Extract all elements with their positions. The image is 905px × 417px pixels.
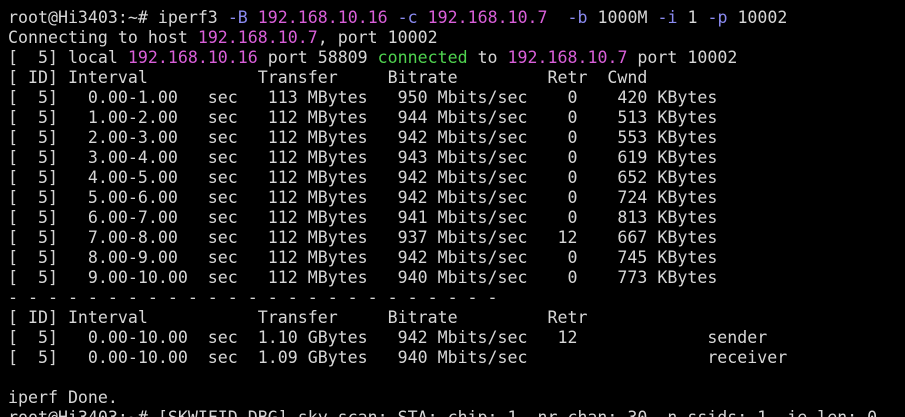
local-connection-line: [ 5] local 192.168.10.16 port 58809 conn… [8,48,905,68]
table-row: [ 5] 2.00-3.00 sec 112 MBytes 942 Mbits/… [8,128,718,147]
local-label: local [57,48,128,67]
to-text: to [467,48,508,67]
connecting-host: 192.168.10.7 [197,28,318,47]
connected-status: connected [377,48,468,67]
flag-interval: -i [657,8,678,27]
interval-value: 1 [687,8,698,27]
port-value: 10002 [737,8,788,27]
table-header: [ ID] Interval Transfer Bitrate Retr Cwn… [8,68,648,87]
command-program: iperf3 [157,8,218,27]
flag-client: -c [397,8,418,27]
next-prompt-line[interactable]: root@Hi3403:~# [SKWIFID_DBG] sky_scan: S… [8,408,905,417]
flag-bind: -B [227,8,248,27]
stream-id: [ 5] [8,48,58,67]
table-row: [ 5] 4.00-5.00 sec 112 MBytes 942 Mbits/… [8,168,718,187]
command-line: root@Hi3403:~# iperf3 -B 192.168.10.16 -… [8,8,905,28]
flag-bandwidth: -b [567,8,588,27]
separator-line: - - - - - - - - - - - - - - - - - - - - … [8,288,498,307]
remote-port-text: port 10002 [627,48,738,67]
summary-header: [ ID] Interval Transfer Bitrate Retr [8,308,588,327]
table-row: [ 5] 0.00-1.00 sec 113 MBytes 950 Mbits/… [8,88,718,107]
table-row: [ 5] 6.00-7.00 sec 112 MBytes 941 Mbits/… [8,208,718,227]
terminal-window[interactable]: root@Hi3403:~# iperf3 -B 192.168.10.16 -… [0,0,905,417]
summary-row-sender: [ 5] 0.00-10.00 sec 1.10 GBytes 942 Mbit… [8,328,768,347]
bind-ip: 192.168.10.16 [257,8,388,27]
table-row: [ 5] 7.00-8.00 sec 112 MBytes 937 Mbits/… [8,228,718,247]
done-line: iperf Done. [8,388,118,407]
summary-row-receiver: [ 5] 0.00-10.00 sec 1.09 GBytes 940 Mbit… [8,348,788,367]
table-row: [ 5] 8.00-9.00 sec 112 MBytes 942 Mbits/… [8,248,718,267]
connecting-suffix: , port 10002 [317,28,438,47]
connecting-prefix: Connecting to host [8,28,198,47]
table-row: [ 5] 5.00-6.00 sec 112 MBytes 942 Mbits/… [8,188,718,207]
bandwidth-value: 1000M [597,8,648,27]
local-port-text: port 58809 [257,48,378,67]
local-ip: 192.168.10.16 [127,48,258,67]
shell-prompt: root@Hi3403:~# [8,8,158,27]
flag-port: -p [707,8,728,27]
connecting-line: Connecting to host 192.168.10.7, port 10… [8,28,905,48]
table-row: [ 5] 1.00-2.00 sec 112 MBytes 944 Mbits/… [8,108,718,127]
server-ip: 192.168.10.7 [427,8,548,27]
remote-ip: 192.168.10.7 [507,48,628,67]
table-row: [ 5] 3.00-4.00 sec 112 MBytes 943 Mbits/… [8,148,718,167]
table-row: [ 5] 9.00-10.00 sec 112 MBytes 940 Mbits… [8,268,718,287]
